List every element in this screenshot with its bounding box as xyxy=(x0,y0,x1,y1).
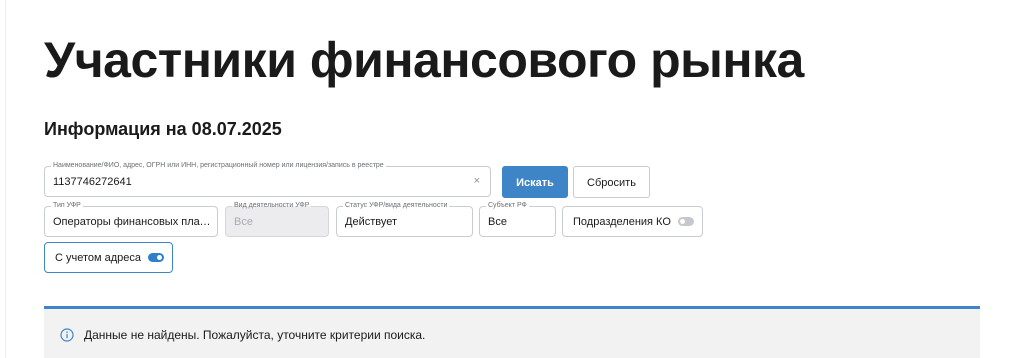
search-button[interactable]: Искать xyxy=(502,166,568,198)
page-edge-divider xyxy=(5,0,6,358)
search-input[interactable]: 1137746272641 xyxy=(53,176,462,189)
toggle-switch-icon[interactable] xyxy=(148,253,164,262)
filter-type-label: Тип УФР xyxy=(51,202,83,210)
with-address-label: С учетом адреса xyxy=(55,252,142,264)
filter-activity-value: Все xyxy=(234,216,253,228)
no-results-notice: Данные не найдены. Пожалуйста, уточните … xyxy=(44,306,980,358)
filter-subject-label: Субъект РФ xyxy=(486,202,529,210)
page-title: Участники финансового рынка xyxy=(44,32,804,88)
filter-status-value: Действует xyxy=(345,216,398,228)
info-icon xyxy=(60,328,74,342)
info-date-heading: Информация на 08.07.2025 xyxy=(44,119,282,139)
filter-subject-select[interactable]: Субъект РФ Все xyxy=(479,202,556,237)
ko-divisions-toggle[interactable]: Подразделения КО xyxy=(562,206,703,237)
filter-activity-select: Вид деятельности УФР Все xyxy=(225,202,329,237)
filter-type-value: Операторы финансовых плат… xyxy=(53,216,211,228)
with-address-toggle[interactable]: С учетом адреса xyxy=(44,242,173,273)
search-field[interactable]: Наименование/ФИО, адрес, ОГРН или ИНН, р… xyxy=(44,162,491,197)
filter-status-select[interactable]: Статус УФР/вида деятельности Действует xyxy=(336,202,473,237)
filter-type-select[interactable]: Тип УФР Операторы финансовых плат… xyxy=(44,202,218,237)
toggle-switch-icon[interactable] xyxy=(678,217,694,226)
search-field-label: Наименование/ФИО, адрес, ОГРН или ИНН, р… xyxy=(51,162,386,170)
filter-subject-value: Все xyxy=(488,216,507,228)
close-icon[interactable]: × xyxy=(474,175,480,188)
ko-divisions-label: Подразделения КО xyxy=(573,216,671,228)
filter-activity-label: Вид деятельности УФР xyxy=(232,202,312,210)
reset-button[interactable]: Сбросить xyxy=(573,166,650,198)
notice-text: Данные не найдены. Пожалуйста, уточните … xyxy=(84,328,426,342)
filter-status-label: Статус УФР/вида деятельности xyxy=(343,202,450,210)
